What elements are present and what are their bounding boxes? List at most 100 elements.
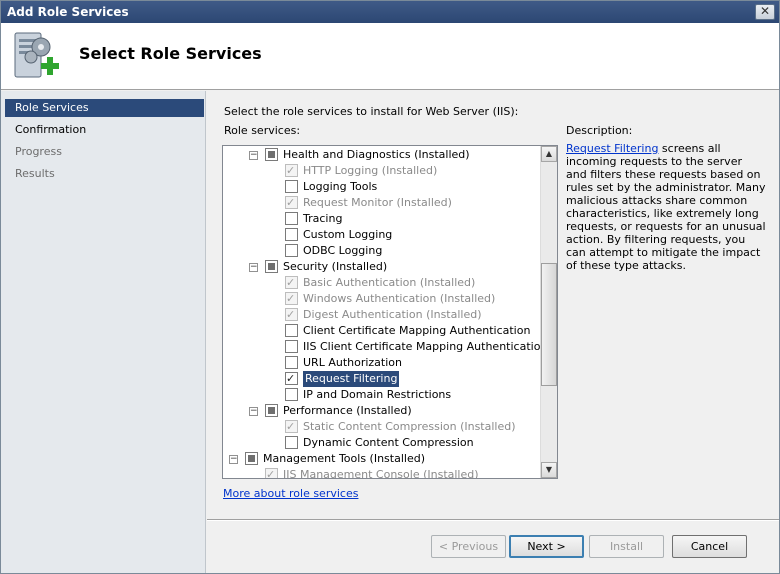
collapse-icon[interactable]: −	[229, 455, 238, 464]
wizard-nav: Role Services Confirmation Progress Resu…	[1, 91, 206, 573]
checkbox[interactable]	[285, 212, 298, 225]
tree-item[interactable]: − Performance (Installed)	[223, 403, 541, 419]
checkbox[interactable]	[265, 148, 278, 161]
checkbox	[285, 195, 298, 211]
previous-button[interactable]: < Previous	[431, 535, 506, 558]
nav-item-role-services[interactable]: Role Services	[5, 99, 204, 117]
add-role-services-window: Add Role Services ✕ Select Role Services…	[0, 0, 780, 574]
nav-item-results: Results	[15, 167, 55, 180]
scroll-down-icon: ▼	[545, 465, 553, 474]
checkbox[interactable]	[285, 324, 298, 337]
tree-item-label: Management Tools (Installed)	[263, 452, 425, 465]
description-body: screens all incoming requests to the ser…	[566, 142, 766, 272]
close-button[interactable]: ✕	[755, 4, 775, 20]
tree-item[interactable]: Logging Tools	[223, 179, 541, 195]
tree-item-label: IP and Domain Restrictions	[303, 388, 452, 401]
tree-item[interactable]: Custom Logging	[223, 227, 541, 243]
main-content: Select the role services to install for …	[207, 91, 779, 573]
tree-item-label: Health and Diagnostics (Installed)	[283, 148, 470, 161]
nav-item-confirmation[interactable]: Confirmation	[5, 121, 204, 139]
checkbox	[285, 163, 298, 179]
tree-item-label: Client Certificate Mapping Authenticatio…	[303, 324, 531, 337]
tree-item[interactable]: − Management Tools (Installed)	[223, 451, 541, 467]
tree-scrollbar[interactable]: ▲ ▼	[540, 146, 557, 478]
checkbox	[285, 307, 298, 323]
tree-item-label: Digest Authentication (Installed)	[303, 308, 482, 321]
tree-item[interactable]: Client Certificate Mapping Authenticatio…	[223, 323, 541, 339]
tree-item-label: Logging Tools	[303, 180, 378, 193]
scroll-thumb[interactable]	[541, 263, 557, 386]
checkbox[interactable]	[245, 452, 258, 465]
checkbox	[285, 275, 298, 291]
server-gears-add-icon	[14, 32, 59, 78]
checkbox[interactable]	[285, 244, 298, 257]
tree-item[interactable]: Static Content Compression (Installed)	[223, 419, 541, 435]
description-text: Request Filtering screens all incoming r…	[566, 142, 766, 272]
next-button[interactable]: Next >	[509, 535, 584, 558]
tree-item[interactable]: Request Monitor (Installed)	[223, 195, 541, 211]
role-services-tree[interactable]: IIS Management Console (Installed) − Manag…	[222, 145, 558, 479]
tree-item-label: Request Monitor (Installed)	[303, 196, 452, 209]
tree-item-label: IIS Management Console (Installed)	[283, 468, 479, 479]
description-link[interactable]: Request Filtering	[566, 142, 658, 155]
checkbox[interactable]	[265, 404, 278, 417]
tree-item-label: Security (Installed)	[283, 260, 388, 273]
window-title: Add Role Services	[7, 5, 129, 19]
title-bar[interactable]: Add Role Services ✕	[1, 1, 779, 23]
tree-item-label: IIS Client Certificate Mapping Authentic…	[303, 340, 548, 353]
tree-item-label: URL Authorization	[303, 356, 402, 369]
scroll-down-button[interactable]: ▼	[541, 462, 557, 478]
tree-item-label: HTTP Logging (Installed)	[303, 164, 438, 177]
tree-item[interactable]: IIS Client Certificate Mapping Authentic…	[223, 339, 547, 355]
checkbox[interactable]	[285, 180, 298, 193]
tree-item-label: Dynamic Content Compression	[303, 436, 474, 449]
tree-item-label: Performance (Installed)	[283, 404, 412, 417]
tree-item[interactable]: HTTP Logging (Installed)	[223, 163, 541, 179]
cancel-button[interactable]: Cancel	[672, 535, 747, 558]
role-services-label: Role services:	[224, 124, 301, 137]
tree-item[interactable]: Tracing	[223, 211, 541, 227]
tree-item[interactable]: URL Authorization	[223, 355, 541, 371]
collapse-icon[interactable]: −	[249, 151, 258, 160]
checkbox[interactable]	[285, 340, 298, 353]
tree-item-label: Request Filtering	[303, 371, 400, 387]
tree-item[interactable]: Dynamic Content Compression	[223, 435, 541, 451]
tree-item[interactable]: Basic Authentication (Installed)	[223, 275, 541, 291]
more-about-role-services-link[interactable]: More about role services	[223, 487, 358, 500]
checkbox[interactable]	[285, 436, 298, 449]
tree-item[interactable]: Digest Authentication (Installed)	[223, 307, 541, 323]
checkbox[interactable]	[285, 388, 298, 401]
tree-item[interactable]: IIS Management Console (Installed)	[223, 467, 541, 479]
checkbox	[285, 419, 298, 435]
tree-item-label: ODBC Logging	[303, 244, 383, 257]
install-button[interactable]: Install	[589, 535, 664, 558]
tree-item[interactable]: Request Filtering	[223, 371, 541, 387]
tree-item-label: Windows Authentication (Installed)	[303, 292, 496, 305]
checkbox	[285, 291, 298, 307]
collapse-icon[interactable]: −	[249, 263, 258, 272]
instruction-text: Select the role services to install for …	[224, 105, 519, 118]
tree-item-label: Custom Logging	[303, 228, 393, 241]
tree-item-label: Basic Authentication (Installed)	[303, 276, 476, 289]
tree-item[interactable]: Windows Authentication (Installed)	[223, 291, 541, 307]
tree-item[interactable]: − Health and Diagnostics (Installed)	[223, 147, 541, 163]
scroll-up-button[interactable]: ▲	[541, 146, 557, 162]
nav-item-progress: Progress	[15, 145, 62, 158]
scroll-up-icon: ▲	[545, 149, 553, 158]
tree-item[interactable]: ODBC Logging	[223, 243, 541, 259]
close-icon: ✕	[759, 4, 771, 18]
checkbox[interactable]	[265, 260, 278, 273]
tree-item-label: Static Content Compression (Installed)	[303, 420, 516, 433]
description-label: Description:	[566, 124, 633, 137]
checkbox[interactable]	[285, 371, 298, 387]
tree-item[interactable]: − Security (Installed)	[223, 259, 541, 275]
page-title: Select Role Services	[79, 44, 262, 63]
collapse-icon[interactable]: −	[249, 407, 258, 416]
tree-item[interactable]: IP and Domain Restrictions	[223, 387, 541, 403]
checkbox	[265, 467, 278, 478]
tree-item-label: Tracing	[303, 212, 343, 225]
checkbox[interactable]	[285, 356, 298, 369]
wizard-header: Select Role Services	[1, 23, 779, 90]
button-divider	[207, 519, 779, 521]
checkbox[interactable]	[285, 228, 298, 241]
